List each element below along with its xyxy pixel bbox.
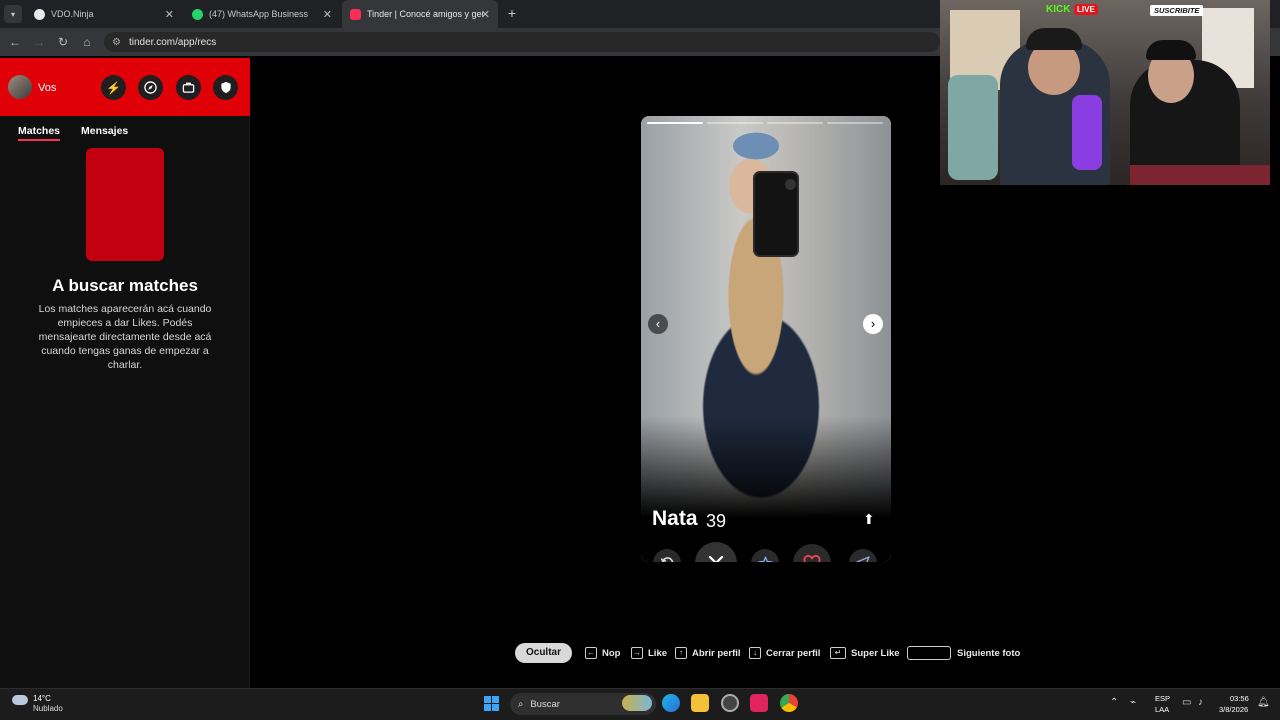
windows-start-icon[interactable] <box>484 696 499 711</box>
subscribe-badge: SUSCRIBITE <box>1150 5 1204 16</box>
tab-search-button[interactable]: ▾ <box>4 5 22 23</box>
cloud-icon[interactable] <box>12 695 28 705</box>
search-highlight-icon[interactable] <box>622 695 652 711</box>
next-photo-button[interactable]: › <box>863 314 883 334</box>
search-placeholder: Buscar <box>530 698 560 710</box>
address-bar[interactable]: ⚙ tinder.com/app/recs <box>104 32 940 52</box>
explore-button[interactable] <box>138 75 163 100</box>
chrome-icon[interactable] <box>780 694 798 712</box>
volume-icon[interactable]: ♪ <box>1198 697 1203 708</box>
back-arrow-icon[interactable]: ← <box>6 33 24 51</box>
tinder-flame-favicon-icon <box>350 8 361 20</box>
clock-date[interactable]: 3/8/2026 <box>1219 705 1248 714</box>
whatsapp-favicon-icon <box>192 8 203 20</box>
left-arrow-key-icon: ← <box>585 647 597 659</box>
file-explorer-icon[interactable] <box>691 694 709 712</box>
input-language[interactable]: ESP <box>1155 694 1170 703</box>
home-icon[interactable]: ⌂ <box>78 33 96 51</box>
input-layout[interactable]: LAA <box>1155 705 1169 714</box>
rewind-icon <box>660 557 674 562</box>
search-icon: ⌕ <box>518 698 524 710</box>
vdo-ninja-favicon-icon <box>34 8 45 20</box>
briefcase-icon <box>182 82 195 93</box>
profile-name: Nata <box>652 507 698 530</box>
heart-icon <box>803 554 821 562</box>
lamp-base <box>948 75 998 180</box>
photo-indicator <box>767 122 823 124</box>
weather-description[interactable]: Nublado <box>33 704 63 713</box>
empty-state-description: Los matches aparecerán acá cuando empiec… <box>38 303 212 371</box>
webcam-overlay: KICK LIVE SUSCRIBITE <box>940 0 1270 185</box>
network-status-icon[interactable]: ⌁ <box>1130 697 1136 708</box>
profile-card[interactable]: ‹ › Nata 39 ⬆ <box>641 116 891 562</box>
site-settings-icon[interactable]: ⚙ <box>112 37 121 48</box>
tab-whatsapp[interactable]: (47) WhatsApp Business ✕ <box>184 0 340 28</box>
lightning-icon: ⚡ <box>106 80 121 95</box>
desk <box>1130 165 1270 185</box>
kick-logo: KICK <box>1046 4 1071 15</box>
space-key-icon <box>907 646 951 660</box>
right-arrow-key-icon: → <box>631 647 643 659</box>
tab-title: (47) WhatsApp Business <box>209 9 309 19</box>
paper-plane-icon <box>856 556 870 562</box>
up-arrow-key-icon: ↑ <box>675 647 687 659</box>
tab-title: Tinder | Conocé amigos y gent <box>367 9 483 19</box>
shield-icon <box>220 81 231 94</box>
wifi-icon[interactable]: ▭ <box>1182 697 1191 708</box>
match-placeholder-card <box>86 148 164 261</box>
card-gradient <box>641 416 891 562</box>
photo-indicator <box>707 122 763 124</box>
weather-temperature[interactable]: 14°C <box>33 694 51 703</box>
previous-photo-button[interactable]: ‹ <box>648 314 668 334</box>
tiktok-live-icon[interactable] <box>750 694 768 712</box>
show-hidden-icons-chevron-icon[interactable]: ⌃ <box>1110 697 1118 708</box>
user-name[interactable]: Vos <box>38 82 56 94</box>
hide-shortcuts-button[interactable]: Ocultar <box>515 643 572 663</box>
empty-state-title: A buscar matches <box>52 276 198 295</box>
user-avatar[interactable] <box>8 75 32 99</box>
shortcut-nope-label: Nop <box>602 648 621 659</box>
clock-time[interactable]: 03:56 <box>1230 694 1249 703</box>
tab-tinder[interactable]: Tinder | Conocé amigos y gent ✕ <box>342 0 498 28</box>
shortcut-next-photo-label: Siguiente foto <box>957 648 1021 659</box>
tab-title: VDO.Ninja <box>51 9 94 19</box>
close-tab-icon[interactable]: ✕ <box>323 8 332 21</box>
shortcut-close-profile-label: Cerrar perfil <box>766 648 821 659</box>
close-tab-icon[interactable]: ✕ <box>481 8 490 21</box>
active-tab-indicator <box>18 139 60 141</box>
tab-vdo-ninja[interactable]: VDO.Ninja ✕ <box>26 0 182 28</box>
enter-key-icon: ↵ <box>830 647 846 659</box>
host-right-hair <box>1146 40 1196 60</box>
edge-browser-icon[interactable] <box>662 694 680 712</box>
profile-age: 39 <box>706 511 727 531</box>
tab-messages[interactable]: Mensajes <box>81 125 128 137</box>
shortcut-open-profile-label: Abrir perfil <box>692 648 741 659</box>
safety-button[interactable] <box>213 75 238 100</box>
photo-indicator <box>827 122 883 124</box>
new-tab-button[interactable]: + <box>504 5 520 21</box>
compass-icon <box>144 81 157 94</box>
host-left-cap <box>1026 28 1082 50</box>
live-badge: LIVE <box>1074 4 1098 15</box>
shortcut-like-label: Like <box>648 648 668 659</box>
phone-in-photo <box>753 171 799 257</box>
boost-button[interactable]: ⚡ <box>101 75 126 100</box>
down-arrow-key-icon: ↓ <box>749 647 761 659</box>
url-text: tinder.com/app/recs <box>128 36 217 48</box>
open-profile-up-arrow-icon[interactable]: ⬆ <box>863 511 875 528</box>
star-icon <box>757 555 773 562</box>
purple-lamp <box>1072 95 1102 170</box>
work-mode-button[interactable] <box>176 75 201 100</box>
close-tab-icon[interactable]: ✕ <box>165 8 174 21</box>
shortcut-super-like-label: Super Like <box>851 648 900 659</box>
photo-indicator-active <box>647 122 703 124</box>
notification-bell-icon[interactable]: 🔔︎ <box>1257 697 1270 708</box>
x-icon <box>708 555 724 562</box>
tab-matches[interactable]: Matches <box>18 125 60 137</box>
obs-studio-icon[interactable] <box>721 694 739 712</box>
reload-icon[interactable]: ↻ <box>54 33 72 51</box>
forward-arrow-icon[interactable]: → <box>30 33 48 51</box>
